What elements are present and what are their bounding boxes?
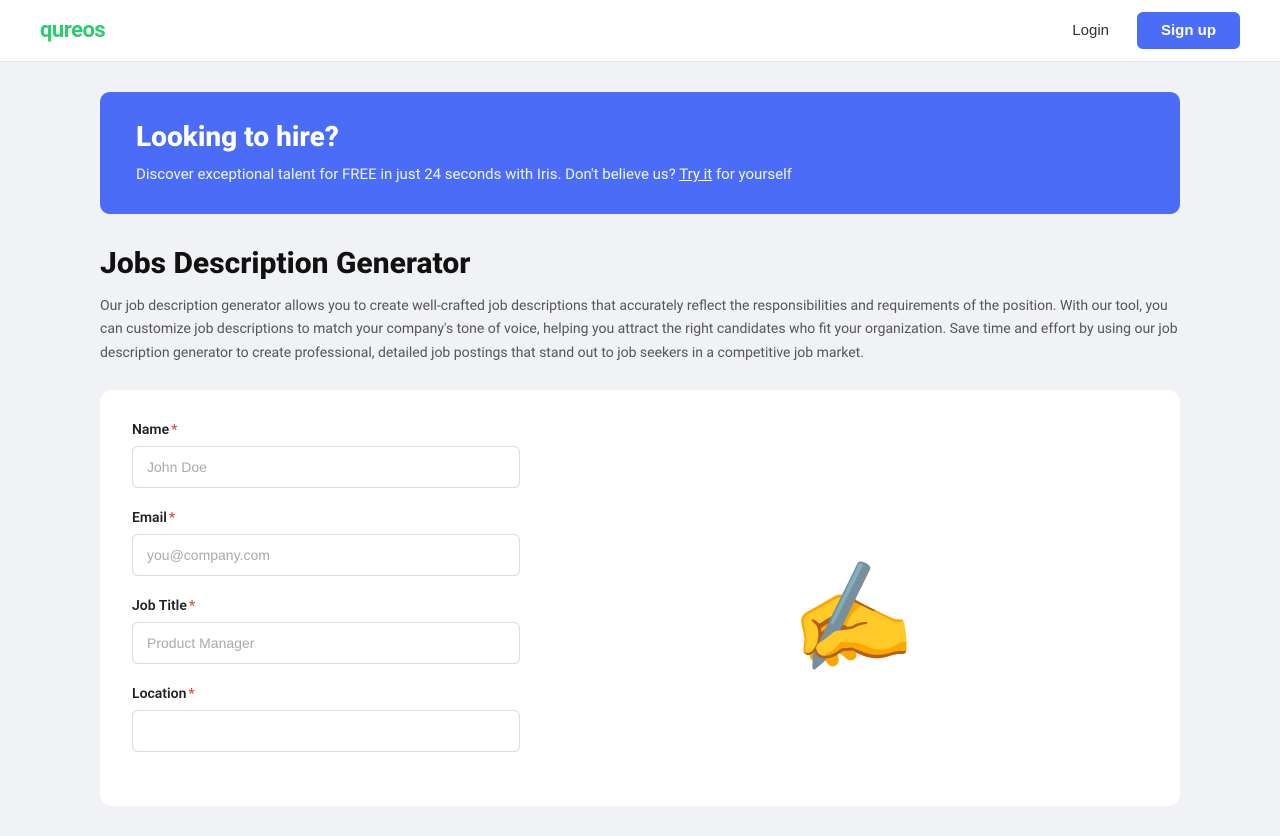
banner-subtitle-text: Discover exceptional talent for FREE in … <box>136 165 676 183</box>
name-required-star: * <box>171 422 177 438</box>
email-label: Email* <box>132 510 520 526</box>
writing-hand-emoji: ✍️ <box>779 549 922 686</box>
main-content: Looking to hire? Discover exceptional ta… <box>60 62 1220 836</box>
email-required-star: * <box>169 510 175 526</box>
banner-title: Looking to hire? <box>136 120 1144 153</box>
job-title-input[interactable] <box>132 622 520 664</box>
email-form-group: Email* <box>132 510 520 576</box>
section-description: Our job description generator allows you… <box>100 295 1180 366</box>
header: qureos Login Sign up <box>0 0 1280 62</box>
form-area: Name* Email* Job Title* <box>100 390 1180 806</box>
location-form-group: Location* <box>132 686 520 752</box>
email-input[interactable] <box>132 534 520 576</box>
name-input[interactable] <box>132 446 520 488</box>
form-left-panel: Name* Email* Job Title* <box>132 422 552 774</box>
location-label: Location* <box>132 686 520 702</box>
banner-try-it-link[interactable]: Try it <box>679 165 712 183</box>
name-form-group: Name* <box>132 422 520 488</box>
location-input[interactable] <box>132 710 520 752</box>
job-title-label: Job Title* <box>132 598 520 614</box>
location-required-star: * <box>188 686 194 702</box>
job-title-required-star: * <box>189 598 195 614</box>
job-title-form-group: Job Title* <box>132 598 520 664</box>
login-button[interactable]: Login <box>1060 14 1121 47</box>
logo: qureos <box>40 18 105 43</box>
form-right-panel: ✍️ <box>552 422 1148 774</box>
header-nav: Login Sign up <box>1060 12 1240 49</box>
section-title: Jobs Description Generator <box>100 246 1180 281</box>
name-label: Name* <box>132 422 520 438</box>
signup-button[interactable]: Sign up <box>1137 12 1240 49</box>
banner-subtitle-post: for yourself <box>716 165 792 183</box>
banner-subtitle: Discover exceptional talent for FREE in … <box>136 163 1144 186</box>
logo-text: qureos <box>40 18 105 43</box>
promo-banner: Looking to hire? Discover exceptional ta… <box>100 92 1180 214</box>
